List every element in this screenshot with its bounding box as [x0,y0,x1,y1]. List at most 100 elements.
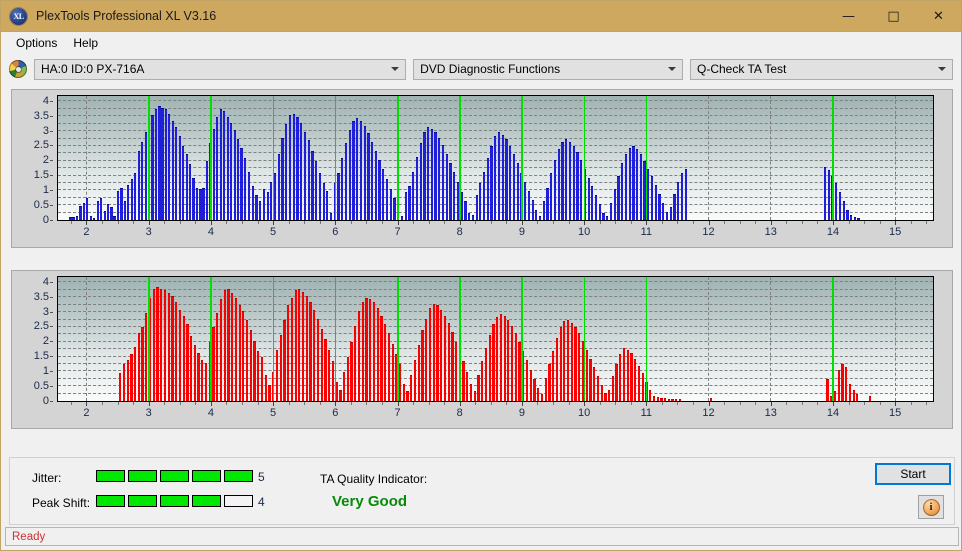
chart-bar [641,373,644,401]
x-axis-tick-major [148,402,150,406]
x-axis-tick-minor [164,221,166,224]
chart-bar [535,210,538,220]
chart-bar [226,116,229,220]
x-axis-tick-minor [506,402,508,405]
chart-bar [110,207,113,220]
menu-item-options[interactable]: Options [8,34,65,52]
chart-bar [669,207,672,220]
minimize-button[interactable]: — [826,1,871,31]
drive-select[interactable]: HA:0 ID:0 PX-716A [34,58,407,80]
x-axis-tick-minor [537,221,539,224]
info-button[interactable]: i [918,495,944,519]
track-marker-line [645,277,648,401]
meter-segment [160,470,189,482]
track-marker-line [583,277,586,401]
y-axis-tick-label: 2.5 [33,139,49,152]
x-axis-tick-label: 15 [889,226,902,238]
track-marker-line [645,96,648,220]
chart-bar [613,189,616,220]
chart-bar [382,168,385,220]
chart-bar [175,302,178,401]
x-axis-tick-minor [413,221,415,224]
x-axis-tick-major [895,221,897,225]
y-axis-tick [50,356,53,358]
status-bar: Ready [5,527,959,546]
x-axis-tick-minor [133,221,135,224]
x-axis-tick-minor [661,221,663,224]
chart-bar [477,374,480,401]
chart-bar [219,299,223,401]
chart-bar [315,161,318,220]
chart-bar [199,189,202,220]
track-marker-line [521,277,523,401]
x-axis-tick-minor [444,402,446,405]
menu-item-help[interactable]: Help [65,34,106,52]
track-marker-line [148,277,150,401]
gridline-vertical [708,277,710,401]
chart-bar [190,336,193,401]
chart-bar [92,217,96,220]
chart-bar [311,150,314,220]
chart-bar [296,116,299,220]
chart-bar [356,118,359,220]
test-select[interactable]: Q-Check TA Test [690,58,953,80]
chart-bar [384,324,387,401]
x-axis-tick-minor [70,402,72,405]
x-axis-tick-minor [693,402,694,405]
chart-bar [285,124,288,220]
start-button[interactable]: Start [875,463,951,485]
chart-bar [649,389,652,401]
chart-bar [561,141,564,220]
chart-bar [453,171,456,220]
chart-bar [343,371,346,401]
track-marker-line [397,96,399,220]
chart-bar [665,211,669,220]
chart-bar [441,144,445,220]
x-axis-tick-label: 6 [332,407,339,419]
chart-bar [359,121,363,220]
x-axis-tick-minor [755,221,757,224]
chart-bar [868,395,871,401]
chart-bar [186,324,189,401]
chart-bar [531,199,534,220]
jitter-value: 5 [258,470,265,484]
y-axis-tick-label: 1 [42,364,49,377]
chart-bar [249,330,252,401]
chart-bar [202,187,205,220]
x-axis-tick-minor [553,221,555,224]
chart-bar [294,290,297,401]
chart-bar [710,397,713,401]
y-axis-tick [50,296,53,298]
chart-bar [460,192,463,220]
function-select[interactable]: DVD Diagnostic Functions [413,58,683,80]
chevron-down-icon [668,67,676,71]
chart-bar [507,319,510,401]
y-axis-tick [50,341,53,343]
chart-bar [352,121,355,220]
chart-bar [675,398,678,401]
maximize-button[interactable]: □ [871,1,916,31]
x-axis-tick-label: 4 [207,407,214,419]
chart-bar [826,379,829,401]
y-axis-tick-label: 2 [42,335,49,348]
chart-bar [69,216,72,220]
x-axis-tick-minor [428,402,430,405]
chart-bar [516,162,519,220]
chart-bar [201,360,204,401]
peak-shift-chart-panel: 0 0.5 1 1.5 2 2.5 3 3.5 4 2 3 4 5 6 7 8 9 10 11 12 13 14 15 [11,270,953,429]
meter-segment [224,470,253,482]
x-axis-tick-minor [117,221,119,224]
close-button[interactable]: ✕ [916,1,961,31]
chart-bar [845,367,848,401]
info-icon: i [922,498,940,516]
chart-bar [140,141,144,220]
chart-bar [357,311,361,401]
chart-bar [415,156,419,220]
x-axis-tick-minor [801,221,803,224]
x-axis-tick-minor [381,402,383,405]
chart-bar [119,373,122,401]
chart-bar [639,153,642,220]
x-axis-tick-minor [848,221,850,224]
gridline-horizontal [58,122,933,124]
chart-bar [320,328,323,401]
